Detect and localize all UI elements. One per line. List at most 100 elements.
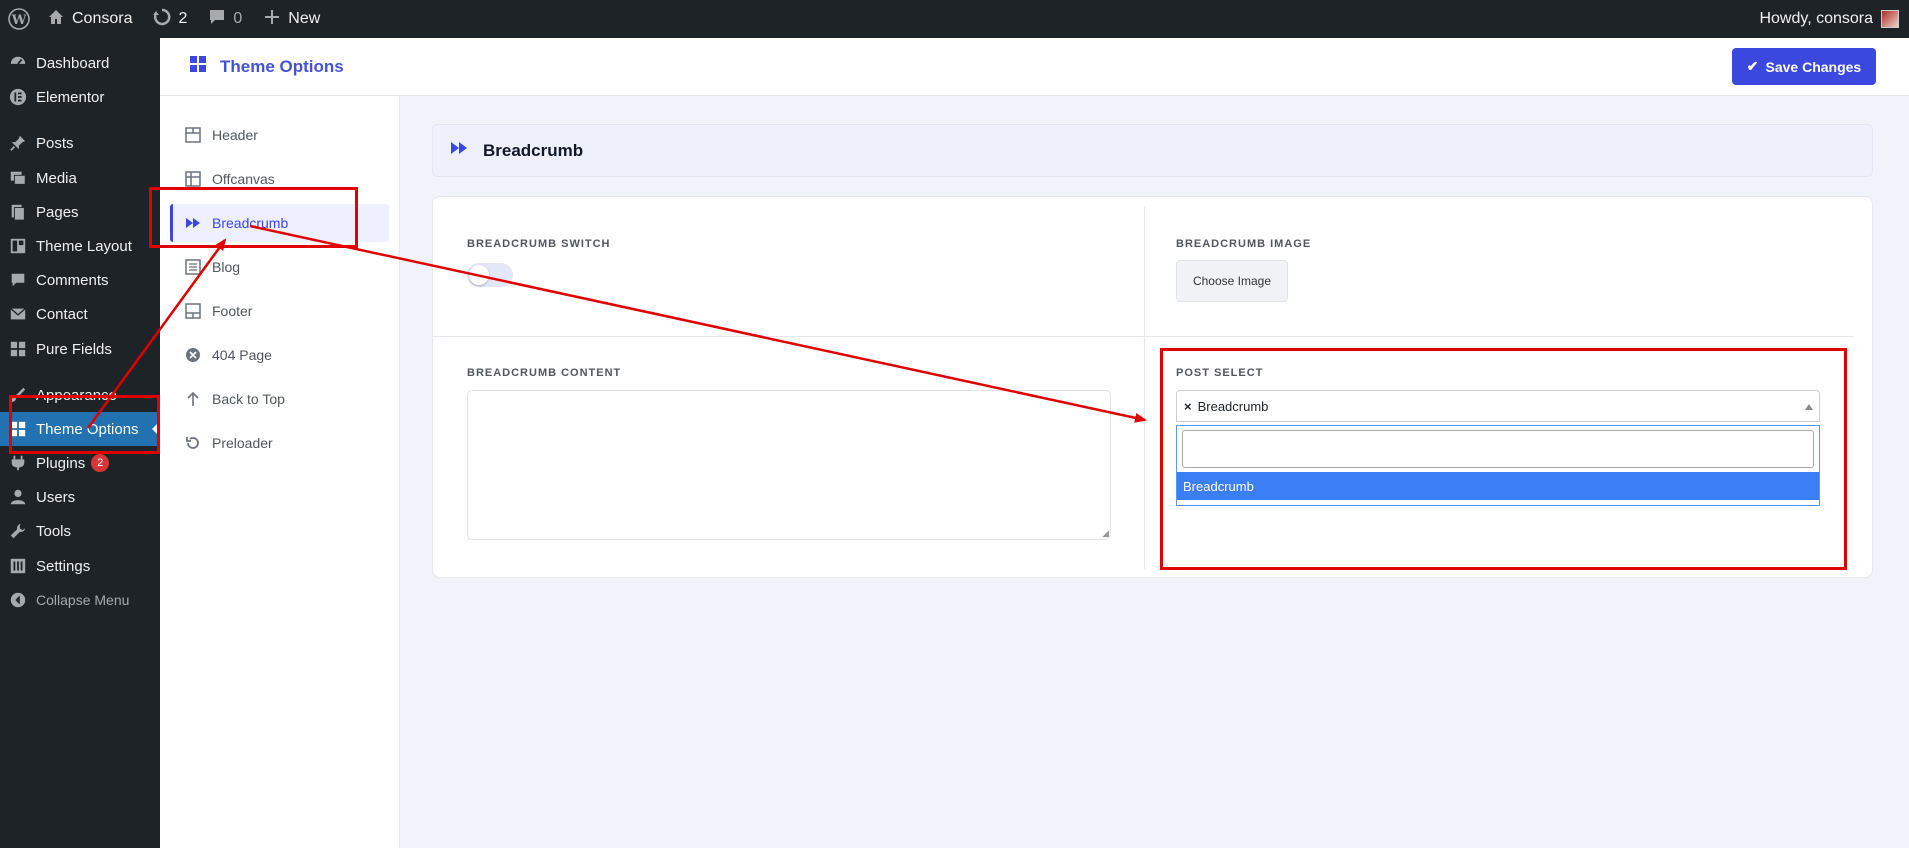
comments-link[interactable]: 0: [197, 0, 252, 38]
sidebar-item-label: Contact: [36, 305, 88, 323]
choose-image-button[interactable]: Choose Image: [1176, 260, 1288, 302]
toggle-knob: [469, 265, 489, 285]
avatar: [1881, 10, 1899, 28]
settings-icon: [0, 557, 36, 575]
sidebar-item-tools[interactable]: Tools: [0, 514, 160, 548]
dashboard-icon: [0, 54, 36, 72]
home-icon: [46, 7, 66, 32]
annotation-box-post-select: [1160, 348, 1847, 570]
fast-forward-icon: [451, 141, 469, 160]
updates-link[interactable]: 2: [142, 0, 197, 38]
list-icon: [184, 258, 202, 276]
sidebar-item-label: Elementor: [36, 88, 105, 106]
sidebar-item-label: Collapse Menu: [36, 592, 130, 608]
new-label: New: [288, 10, 321, 27]
elementor-icon: [0, 88, 36, 106]
tab-label: Preloader: [212, 435, 273, 451]
save-changes-label: Save Changes: [1765, 58, 1862, 75]
mail-icon: [0, 305, 36, 323]
tab-label: Header: [212, 127, 258, 143]
site-name-link[interactable]: Consora: [36, 0, 142, 38]
comments-count: 0: [233, 10, 243, 27]
section-title: Breadcrumb: [483, 140, 584, 160]
check-icon: ✔: [1746, 58, 1759, 74]
user-icon: [0, 488, 36, 506]
grid-icon: [0, 340, 36, 358]
sidebar-item-contact[interactable]: Contact: [0, 297, 160, 331]
pin-icon: [0, 134, 36, 152]
admin-bar: W Consora 2 0 New Howdy, consora: [0, 0, 1909, 38]
my-account[interactable]: Howdy, consora: [1759, 10, 1909, 28]
sidebar-item-label: Posts: [36, 134, 74, 152]
sidebar-item-media[interactable]: Media: [0, 161, 160, 195]
collapse-icon: [0, 591, 36, 609]
howdy-text: Howdy, consora: [1759, 10, 1873, 27]
section-header: Breadcrumb: [432, 124, 1873, 177]
sidebar-item-label: Pure Fields: [36, 340, 112, 358]
sidebar-item-pure-fields[interactable]: Pure Fields: [0, 332, 160, 366]
comment-icon: [0, 271, 36, 289]
sidebar-item-label: Settings: [36, 557, 91, 575]
header-layout-icon: [184, 126, 202, 144]
sidebar-item-pages[interactable]: Pages: [0, 195, 160, 229]
breadcrumb-content-label: BREADCRUMB CONTENT: [467, 367, 622, 379]
breadcrumb-switch-toggle[interactable]: [467, 263, 513, 287]
tab-footer[interactable]: Footer: [170, 292, 389, 330]
sidebar-item-label: Tools: [36, 522, 72, 540]
plus-icon: [262, 7, 282, 32]
theme-options-header: Theme Options ✔ Save Changes: [160, 38, 1909, 96]
breadcrumb-image-label: BREADCRUMB IMAGE: [1176, 238, 1312, 250]
tab-back-to-top[interactable]: Back to Top: [170, 380, 389, 418]
updates-icon: [152, 7, 172, 32]
sidebar-item-dashboard[interactable]: Dashboard: [0, 46, 160, 80]
sidebar-item-label: Plugins: [36, 454, 86, 472]
sidebar-item-theme-layout[interactable]: Theme Layout: [0, 229, 160, 263]
annotation-box-theme-options: [9, 395, 160, 454]
tab-label: Offcanvas: [212, 171, 275, 187]
plugins-update-badge: 2: [91, 454, 110, 472]
wordpress-logo-icon[interactable]: W: [0, 0, 36, 38]
updates-count: 2: [178, 10, 188, 27]
resize-handle-icon[interactable]: ◢: [1102, 529, 1109, 538]
sidebar-item-label: Theme Layout: [36, 237, 132, 255]
tab-label: Footer: [212, 303, 253, 319]
error-circle-icon: [184, 346, 202, 364]
sidebar-item-comments[interactable]: Comments: [0, 263, 160, 297]
tab-header[interactable]: Header: [170, 116, 389, 154]
svg-text:W: W: [11, 13, 27, 28]
page-title: Theme Options: [190, 56, 344, 77]
footer-layout-icon: [184, 302, 202, 320]
pages-icon: [0, 203, 36, 221]
sidebar-item-label: Pages: [36, 203, 79, 221]
tab-blog[interactable]: Blog: [170, 248, 389, 286]
tab-404-page[interactable]: 404 Page: [170, 336, 389, 374]
breadcrumb-switch-label: BREADCRUMB SWITCH: [467, 238, 611, 250]
save-changes-button[interactable]: ✔ Save Changes: [1732, 48, 1876, 85]
new-content-link[interactable]: New: [252, 0, 330, 38]
sidebar-item-label: Dashboard: [36, 54, 110, 72]
row-divider: [433, 336, 1854, 337]
sidebar-item-posts[interactable]: Posts: [0, 126, 160, 160]
page-title-text: Theme Options: [220, 56, 344, 76]
arrow-up-icon: [184, 390, 202, 408]
refresh-icon: [184, 434, 202, 452]
tab-label: Back to Top: [212, 391, 285, 407]
breadcrumb-content-textarea[interactable]: ◢: [467, 390, 1111, 540]
media-icon: [0, 169, 36, 187]
sidebar-item-label: Users: [36, 488, 76, 506]
sidebar-item-label: Media: [36, 169, 77, 187]
grid-icon: [190, 56, 206, 77]
annotation-box-breadcrumb-tab: [149, 187, 358, 248]
collapse-menu-button[interactable]: Collapse Menu: [0, 583, 160, 617]
tab-preloader[interactable]: Preloader: [170, 424, 389, 462]
sidebar-item-users[interactable]: Users: [0, 480, 160, 514]
tab-label: Blog: [212, 259, 241, 275]
sidebar-item-elementor[interactable]: Elementor: [0, 80, 160, 114]
comment-icon: [207, 7, 227, 32]
sidebar-item-settings[interactable]: Settings: [0, 549, 160, 583]
table-icon: [184, 170, 202, 188]
column-divider: [1144, 207, 1145, 569]
wrench-icon: [0, 522, 36, 540]
plugin-icon: [0, 454, 36, 472]
layout-icon: [0, 237, 36, 255]
